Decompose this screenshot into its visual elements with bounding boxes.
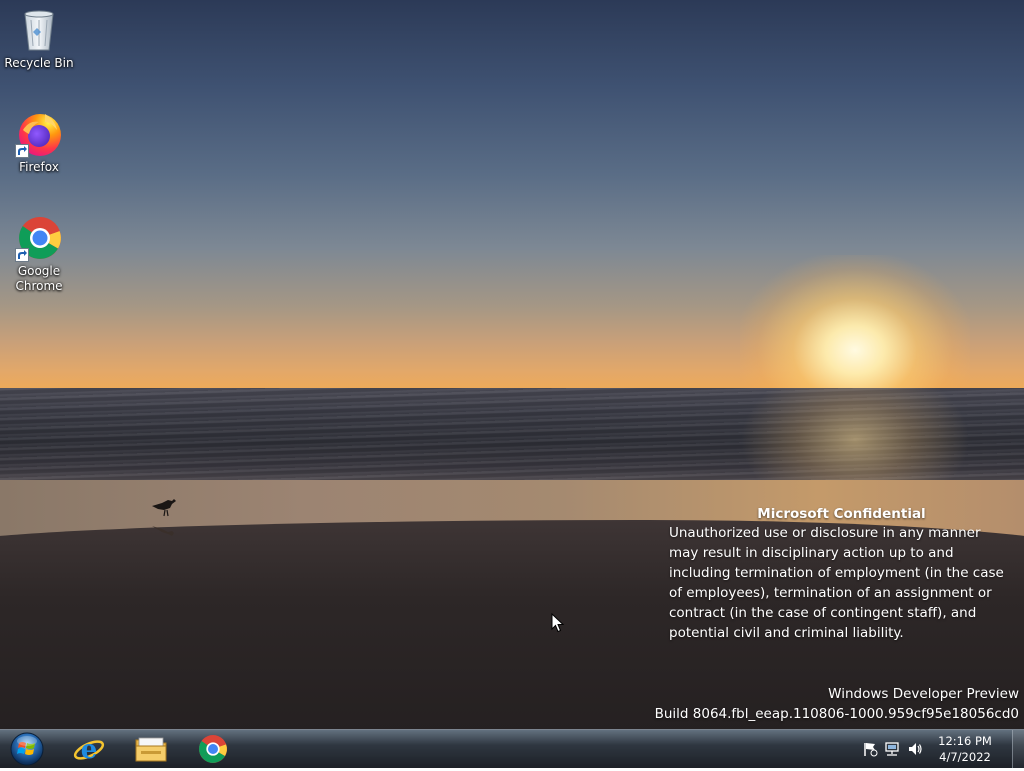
shortcut-arrow-icon	[15, 248, 29, 262]
seagull-silhouette	[152, 499, 176, 536]
taskbar-file-explorer[interactable]	[126, 732, 176, 766]
volume-icon[interactable]	[907, 741, 923, 757]
desktop-icon-recycle-bin[interactable]: Recycle Bin	[4, 6, 74, 71]
shortcut-arrow-icon	[15, 144, 29, 158]
confidential-watermark: Microsoft Confidential Unauthorized use …	[669, 505, 1014, 643]
watermark-body: Unauthorized use or disclosure in any ma…	[669, 525, 1004, 641]
show-desktop-button[interactable]	[1012, 730, 1024, 768]
recycle-bin-icon	[15, 6, 63, 54]
desktop-icon-label: Firefox	[19, 160, 59, 174]
desktop-icon-google-chrome[interactable]: Google Chrome	[4, 214, 74, 294]
firefox-icon	[15, 110, 63, 158]
taskbar-clock[interactable]: 12:16 PM 4/7/2022	[929, 733, 1001, 765]
action-center-flag-icon[interactable]	[862, 741, 878, 757]
clock-time: 12:16 PM	[938, 734, 992, 748]
taskbar-internet-explorer[interactable]: e	[64, 732, 114, 766]
start-button[interactable]	[6, 731, 48, 767]
taskbar-google-chrome[interactable]	[188, 732, 238, 766]
desktop-icon-label: Google Chrome	[15, 264, 63, 293]
network-icon[interactable]	[884, 741, 900, 757]
system-tray: 12:16 PM 4/7/2022	[859, 730, 1024, 768]
build-watermark: Windows Developer Preview Build 8064.fbl…	[655, 684, 1019, 724]
desktop-icon-firefox[interactable]: Firefox	[4, 110, 74, 175]
svg-text:e: e	[81, 735, 98, 765]
chrome-icon	[15, 214, 63, 262]
mouse-cursor-icon	[551, 613, 565, 633]
internet-explorer-icon: e	[73, 735, 105, 765]
taskbar[interactable]: e 12:16 PM 4/7/2022	[0, 729, 1024, 768]
chrome-icon	[199, 735, 227, 763]
clock-date: 4/7/2022	[939, 750, 991, 764]
build-product-name: Windows Developer Preview	[828, 686, 1019, 702]
file-explorer-icon	[135, 737, 167, 762]
windows-start-orb-icon	[10, 732, 44, 766]
watermark-title: Microsoft Confidential	[757, 506, 926, 522]
build-number: Build 8064.fbl_eeap.110806-1000.959cf95e…	[654, 706, 1019, 722]
desktop-icon-label: Recycle Bin	[4, 56, 74, 70]
